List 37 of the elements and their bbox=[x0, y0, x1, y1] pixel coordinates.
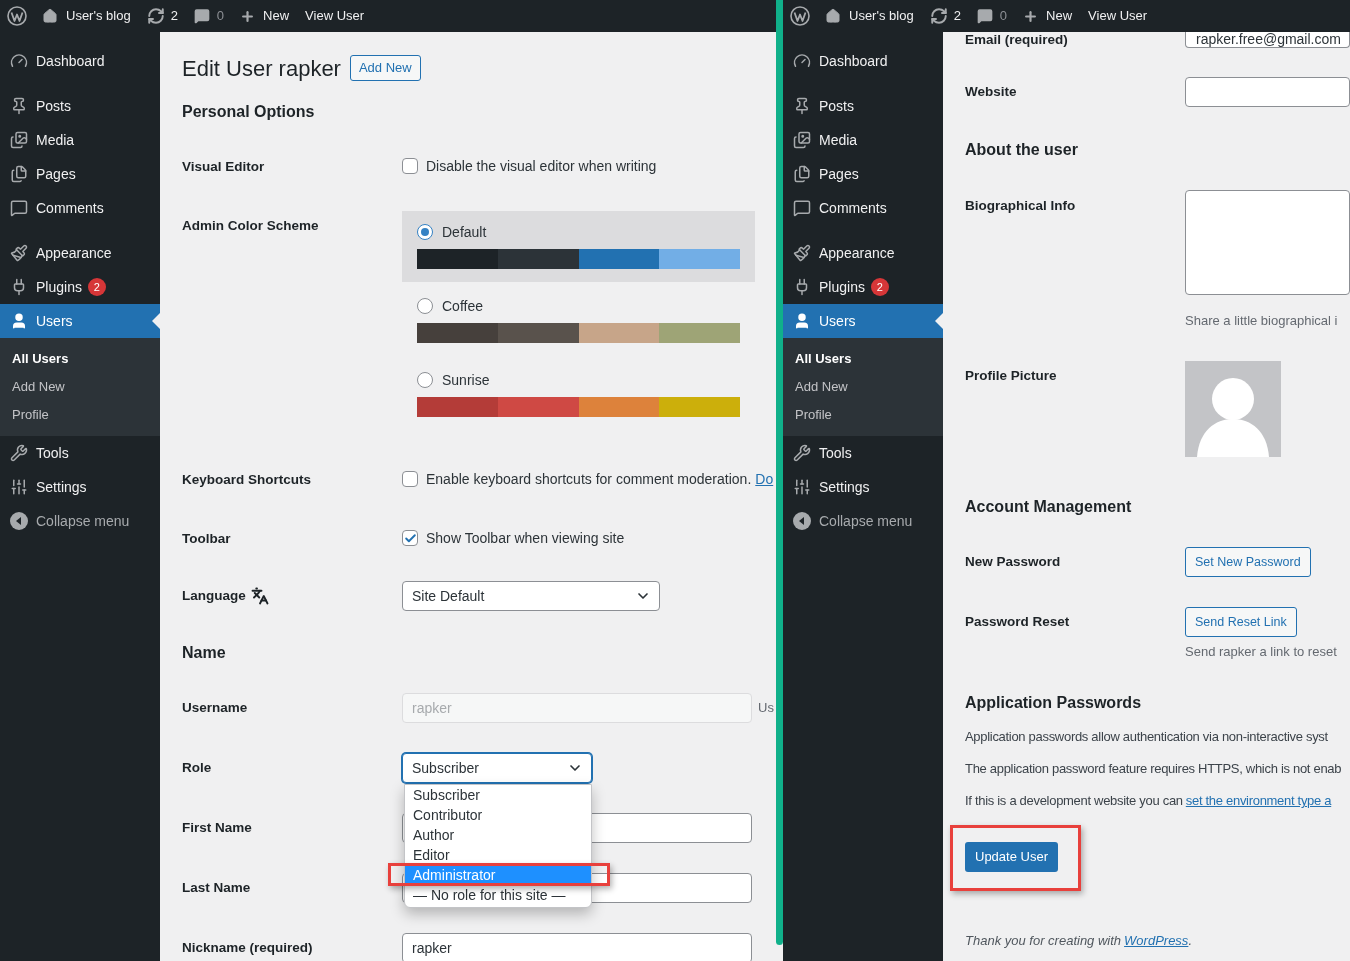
section-heading: Account Management bbox=[965, 497, 1132, 517]
section-heading: About the user bbox=[965, 140, 1078, 160]
paragraph: The application password feature requires HTTPS, which is not enab bbox=[965, 760, 1342, 778]
field-label: Admin Color Scheme bbox=[182, 218, 319, 233]
scheme-name: Default bbox=[442, 222, 487, 242]
paragraph: If this is a development website you can set the environment type a bbox=[965, 792, 1332, 810]
field-description: Us bbox=[758, 699, 774, 718]
field-label: Username bbox=[182, 698, 248, 717]
checkbox-label: Disable the visual editor when writing bbox=[426, 156, 657, 176]
footer-text: Thank you for creating with WordPress. bbox=[965, 933, 1192, 949]
field-label: Keyboard Shortcuts bbox=[182, 472, 312, 487]
field-label: Language bbox=[182, 586, 246, 605]
section-heading: Name bbox=[182, 643, 226, 663]
field-label: First Name bbox=[182, 818, 252, 837]
section-heading: Application Passwords bbox=[965, 693, 1142, 713]
field-label: Password Reset bbox=[965, 612, 1070, 631]
paragraph: Application passwords allow authentication via non-interactive syst bbox=[965, 728, 1328, 746]
field-label: Biographical Info bbox=[965, 198, 1076, 213]
scheme-name: Sunrise bbox=[442, 370, 490, 390]
field-label: Nickname (required) bbox=[182, 938, 313, 957]
field-label: New Password bbox=[965, 552, 1061, 571]
section-heading: Personal Options bbox=[182, 102, 315, 122]
field-description: Send rapker a link to reset bbox=[1185, 644, 1337, 660]
field-label: Toolbar bbox=[182, 531, 231, 546]
count-badge: 2 bbox=[87, 278, 106, 296]
page-title: Edit User rapker bbox=[182, 54, 341, 83]
field-label: Visual Editor bbox=[182, 159, 265, 174]
field-label: Profile Picture bbox=[965, 368, 1057, 383]
count-badge: 2 bbox=[870, 278, 889, 296]
checkbox-label: Show Toolbar when viewing site bbox=[426, 528, 625, 548]
field-label: Email (required) bbox=[965, 30, 1068, 49]
scheme-name: Coffee bbox=[442, 296, 483, 316]
field-label: Website bbox=[965, 82, 1017, 101]
field-description: Share a little biographical i bbox=[1185, 313, 1338, 329]
field-label: Role bbox=[182, 758, 212, 777]
field-label: Last Name bbox=[182, 878, 251, 897]
checkbox-label: Enable keyboard shortcuts for comment moderation. Do bbox=[426, 469, 774, 489]
